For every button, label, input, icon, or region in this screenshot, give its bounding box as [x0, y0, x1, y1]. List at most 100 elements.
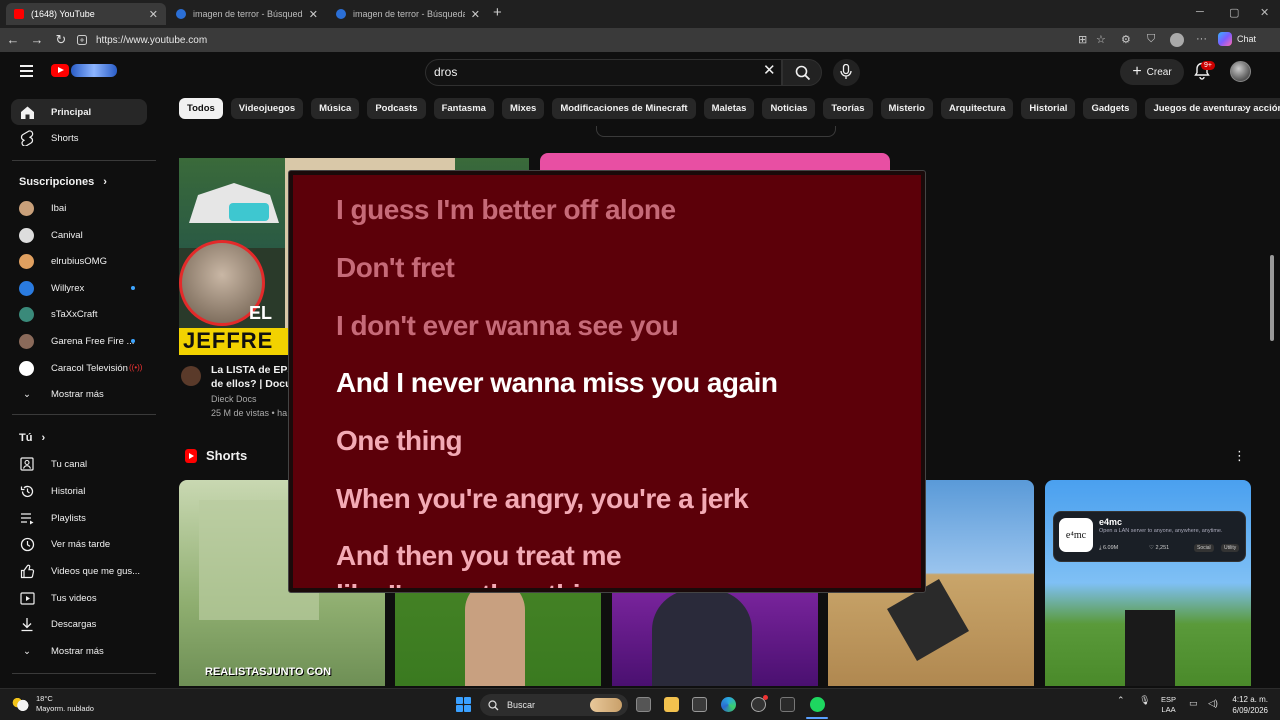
lyric-line[interactable]: Don't fret — [336, 252, 455, 284]
clear-search-icon[interactable]: ✕ — [763, 61, 776, 79]
new-tab-icon[interactable]: + — [493, 4, 502, 21]
restore-icon[interactable]: ▢ — [1229, 6, 1239, 19]
more-options-icon[interactable]: ··· — [1196, 33, 1207, 45]
back-icon[interactable]: ← — [5, 32, 21, 47]
microphone-icon[interactable]: 🎙 — [1139, 695, 1150, 705]
sidebar-item-liked-videos[interactable]: Videos que me gus... — [11, 558, 147, 584]
account-avatar[interactable] — [1230, 61, 1251, 82]
taskbar-clock[interactable]: 4:12 a. m. 6/09/2026 — [1204, 694, 1268, 716]
language-indicator[interactable]: ESP LAA — [1161, 695, 1176, 715]
youtube-logo-icon[interactable] — [51, 64, 69, 77]
sidebar-item-playlists[interactable]: Playlists — [11, 505, 147, 531]
lyric-line[interactable]: like I'm worth nothing — [336, 579, 614, 588]
chip[interactable]: Misterio — [880, 98, 933, 119]
chip[interactable]: Fantasma — [433, 98, 494, 119]
lyric-line[interactable]: When you're angry, you're a jerk — [336, 483, 749, 515]
hamburger-menu-icon[interactable] — [20, 65, 33, 77]
video-title-line2[interactable]: de ellos? | Docu — [211, 378, 292, 390]
lyric-line-current[interactable]: And I never wanna miss you again — [336, 367, 778, 399]
start-button[interactable] — [456, 697, 471, 712]
sidebar-item-descargas[interactable]: Descargas — [11, 611, 147, 637]
chevron-up-icon[interactable]: ⌃ — [1117, 695, 1125, 705]
taskbar-search[interactable]: Buscar — [480, 694, 628, 716]
sidebar-item-sub[interactable]: Garena Free Fire ... — [11, 328, 147, 354]
file-explorer-icon[interactable] — [664, 697, 679, 712]
sidebar-item-show-more[interactable]: ⌄ Mostrar más — [11, 381, 147, 407]
chevron-right-icon[interactable]: › — [1242, 100, 1246, 115]
sidebar-item-sub[interactable]: Caracol Televisión ((•)) — [11, 355, 147, 381]
playlist-icon — [19, 510, 35, 526]
chip[interactable]: Podcasts — [367, 98, 426, 119]
tab-youtube[interactable]: (1648) YouTube ✕ — [6, 3, 166, 25]
short-item[interactable]: e⁴mc e4mc Open a LAN server to anyone, a… — [1045, 480, 1251, 686]
chip[interactable]: Noticias — [762, 98, 816, 119]
chip[interactable]: Arquitectura — [940, 98, 1014, 119]
voice-search-button[interactable] — [833, 59, 860, 86]
more-vert-icon[interactable]: ⋮ — [1233, 448, 1246, 464]
lyric-line[interactable]: I don't ever wanna see you — [336, 310, 679, 342]
channel-icon — [19, 456, 35, 472]
close-window-icon[interactable]: ✕ — [1260, 6, 1269, 19]
network-icon[interactable]: ▭ — [1189, 698, 1198, 709]
weather-widget[interactable]: 18°C Mayorm. nublado — [12, 694, 94, 714]
create-button[interactable]: + Crear — [1120, 59, 1184, 85]
sidebar-item-sub[interactable]: sTaXxCraft — [11, 301, 147, 327]
favorites-icon[interactable]: ⛉ — [1147, 33, 1155, 46]
search-button[interactable] — [782, 59, 822, 86]
sidebar-item-sub[interactable]: elrubiusOMG — [11, 248, 147, 274]
minimize-icon[interactable]: ─ — [1196, 6, 1204, 18]
chip[interactable]: Teorías — [823, 98, 873, 119]
chip[interactable]: Historial — [1021, 98, 1076, 119]
chip-todos[interactable]: Todos — [179, 98, 223, 119]
close-tab-icon[interactable]: ✕ — [309, 8, 318, 21]
site-info-icon[interactable] — [76, 34, 88, 46]
sidebar-item-principal[interactable]: Principal — [11, 99, 147, 125]
chip[interactable]: Juegos de aventura y acción — [1145, 98, 1280, 119]
extensions-icon[interactable]: ⚙ — [1121, 33, 1131, 46]
profile-avatar-icon[interactable] — [1170, 33, 1184, 47]
page-scrollbar-thumb[interactable] — [1270, 255, 1274, 341]
chip[interactable]: Música — [311, 98, 360, 119]
search-input[interactable] — [434, 65, 734, 79]
channel-avatar[interactable] — [181, 366, 201, 386]
video-channel[interactable]: Dieck Docs — [211, 394, 257, 404]
favorite-star-icon[interactable]: ☆ — [1096, 33, 1106, 46]
chip[interactable]: Maletas — [703, 98, 755, 119]
chip[interactable]: Gadgets — [1083, 98, 1138, 119]
chip[interactable]: Mixes — [501, 98, 545, 119]
spotify-lyrics-window[interactable]: I guess I'm better off alone Don't fret … — [288, 170, 926, 593]
reload-icon[interactable]: ↻ — [53, 32, 69, 48]
store-icon[interactable] — [692, 697, 707, 712]
spotify-icon[interactable] — [810, 697, 825, 712]
sidebar-item-sub[interactable]: Willyrex — [11, 275, 147, 301]
terminal-icon[interactable] — [780, 697, 795, 712]
close-tab-icon[interactable]: ✕ — [471, 8, 480, 21]
copilot-chat-button[interactable]: Chat — [1218, 32, 1256, 46]
lyric-line[interactable]: One thing — [336, 425, 463, 457]
lyric-line[interactable]: And then you treat me — [336, 540, 622, 572]
edge-icon[interactable] — [721, 697, 736, 712]
chip[interactable]: Modificaciones de Minecraft — [552, 98, 696, 119]
subscriptions-header[interactable]: Suscripciones › — [19, 176, 107, 188]
sidebar-item-sub[interactable]: Ibai — [11, 195, 147, 221]
sidebar-item-show-more-you[interactable]: ⌄ Mostrar más — [11, 638, 147, 664]
sidebar-item-tus-videos[interactable]: Tus videos — [11, 585, 147, 611]
you-header[interactable]: Tú › — [19, 432, 45, 444]
sidebar-item-shorts[interactable]: Shorts — [11, 125, 147, 151]
tab-search-2[interactable]: imagen de terror - Búsqueda Imá ✕ — [328, 3, 488, 25]
sidebar-item-tu-canal[interactable]: Tu canal — [11, 451, 147, 477]
sidebar-item-ver-mas-tarde[interactable]: Ver más tarde — [11, 531, 147, 557]
video-title[interactable]: La LISTA de EPS — [211, 364, 294, 376]
task-view-icon[interactable] — [636, 697, 651, 712]
youtube-doodle-logo[interactable] — [71, 64, 117, 77]
chip[interactable]: Videojuegos — [230, 98, 304, 119]
url-field[interactable]: https://www.youtube.com — [76, 31, 1076, 49]
lyric-line[interactable]: I guess I'm better off alone — [336, 194, 676, 226]
sidebar-item-sub[interactable]: Canival — [11, 222, 147, 248]
forward-icon[interactable]: → — [29, 32, 45, 47]
app-install-icon[interactable]: ⊞ — [1078, 33, 1087, 46]
close-tab-icon[interactable]: ✕ — [149, 8, 158, 21]
sidebar-item-label: Shorts — [51, 132, 79, 144]
tab-search-1[interactable]: imagen de terror - Búsqueda ✕ — [168, 3, 326, 25]
sidebar-item-historial[interactable]: Historial — [11, 478, 147, 504]
